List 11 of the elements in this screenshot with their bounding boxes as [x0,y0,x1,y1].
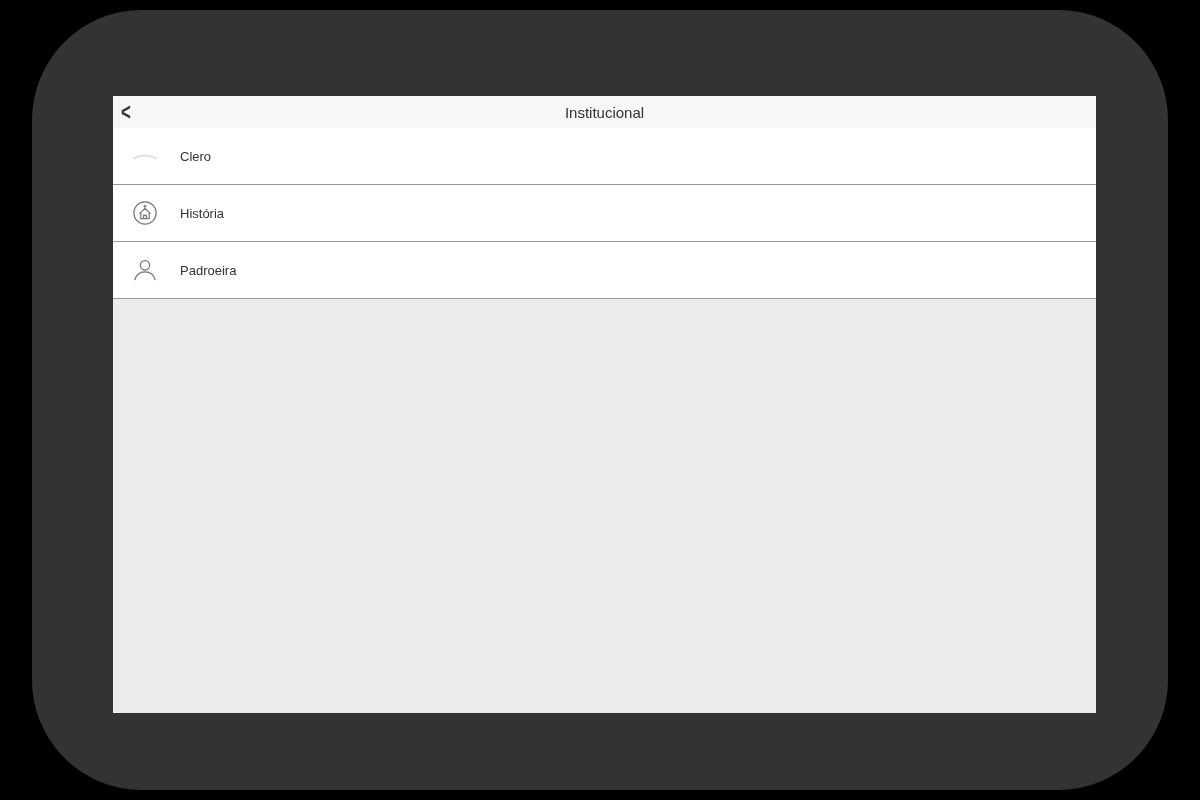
back-button[interactable]: < [116,98,136,126]
menu-item-label: Clero [180,148,212,164]
menu-item-label: Padroeira [180,262,237,278]
menu-item-label: História [180,205,225,221]
page-title: Institucional [564,103,645,121]
menu-item[interactable]: História [113,185,1096,242]
person-icon [132,257,158,283]
menu-item[interactable]: Padroeira [113,242,1096,299]
church-icon [132,200,158,226]
menu-item[interactable]: Clero [113,128,1096,185]
arc-icon [132,152,158,160]
